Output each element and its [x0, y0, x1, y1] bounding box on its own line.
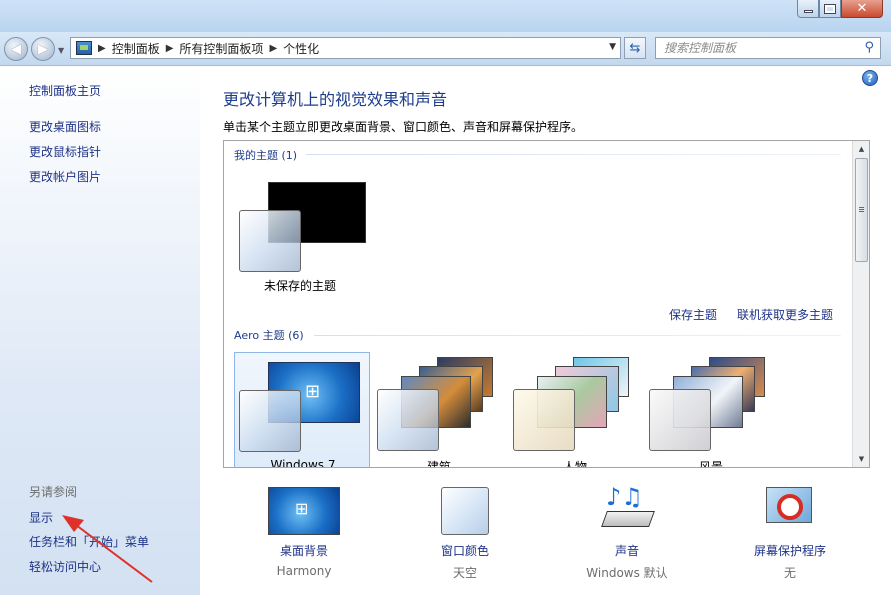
annotation-arrow-icon	[62, 515, 153, 583]
arrow-shaft	[71, 521, 153, 583]
